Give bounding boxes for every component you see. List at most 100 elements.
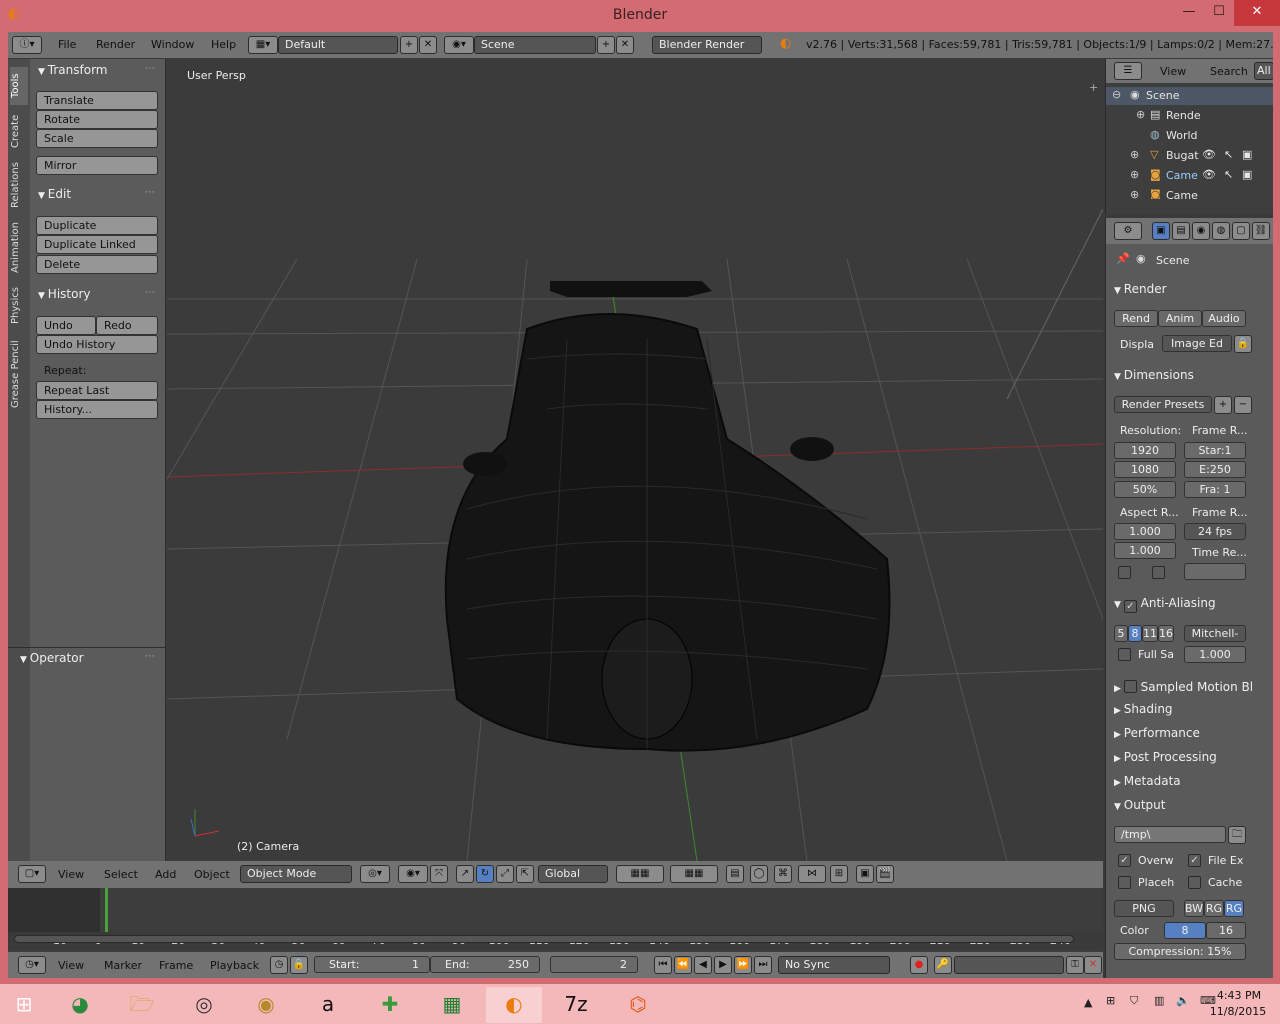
menu-render[interactable]: Render xyxy=(96,38,135,51)
dimensions-panel-header[interactable]: Dimensions xyxy=(1114,368,1194,382)
file-format-select[interactable]: PNG xyxy=(1114,900,1174,917)
lock-icon[interactable]: 🔒 xyxy=(290,956,308,974)
timeline-scrollbar[interactable] xyxy=(14,935,1074,943)
menu-file[interactable]: File xyxy=(58,38,76,51)
prev-key-icon[interactable]: ⏪ xyxy=(674,956,692,974)
audio-button[interactable]: Audio xyxy=(1202,310,1246,327)
orientation-icon[interactable]: ⇱ xyxy=(516,865,534,883)
layers-grid-icon[interactable]: ▦▦ xyxy=(616,865,664,883)
depth-16[interactable]: 16 xyxy=(1206,922,1246,939)
filter-size-field[interactable]: 1.000 xyxy=(1184,646,1246,663)
mirror-button[interactable]: Mirror xyxy=(36,156,158,175)
rotate-button[interactable]: Rotate xyxy=(36,110,158,129)
jump-end-icon[interactable]: ⏭ xyxy=(754,956,772,974)
store-icon[interactable]: ▦ xyxy=(424,987,480,1023)
aa-sample-8[interactable]: 8 xyxy=(1128,625,1142,642)
collapse-icon[interactable]: ⊖ xyxy=(1112,88,1121,101)
render-icon[interactable]: ▣ xyxy=(856,865,874,883)
overwrite-checkbox[interactable]: ✓ xyxy=(1118,854,1131,867)
delete-button[interactable]: Delete xyxy=(36,255,158,274)
remove-layout-icon[interactable]: ✕ xyxy=(419,36,437,54)
output-panel-header[interactable]: Output xyxy=(1114,798,1166,812)
output-path-field[interactable]: /tmp\ xyxy=(1114,826,1226,843)
object-tab-icon[interactable]: ▢ xyxy=(1232,222,1250,240)
transform-panel-header[interactable]: Transform xyxy=(38,63,108,77)
anim-render-icon[interactable]: 🎬 xyxy=(876,865,894,883)
layout-field[interactable]: Default xyxy=(278,36,398,54)
aa-filter-select[interactable]: Mitchell- xyxy=(1184,625,1246,642)
shading-panel-header[interactable]: Shading xyxy=(1114,702,1173,716)
delete-key-icon[interactable]: ✕ xyxy=(1084,956,1102,974)
render-tab-icon[interactable]: ▣ xyxy=(1152,222,1170,240)
layers-tab-icon[interactable]: ▤ xyxy=(1172,222,1190,240)
translate-button[interactable]: Translate xyxy=(36,91,158,110)
fps-select[interactable]: 24 fps xyxy=(1184,523,1246,540)
display-select[interactable]: Image Ed xyxy=(1162,335,1232,352)
aspect-y-field[interactable]: 1.000 xyxy=(1114,542,1176,559)
grip-icon[interactable]: ⋯ xyxy=(145,187,155,198)
screen-layout-icon[interactable]: ▦▾ xyxy=(248,36,278,54)
timeline[interactable]: -100102030405060708090100110120130140150… xyxy=(8,888,1103,952)
scale-manip-icon[interactable]: ⤢ xyxy=(496,865,514,883)
plus-app-icon[interactable]: ✚ xyxy=(362,987,418,1023)
grip-icon[interactable]: ⋯ xyxy=(145,287,155,298)
menu-playback[interactable]: Playback xyxy=(210,959,259,972)
folder-icon[interactable]: 🗀 xyxy=(1228,826,1246,844)
animation-button[interactable]: Anim xyxy=(1158,310,1202,327)
eye-icon[interactable]: 👁 xyxy=(1202,168,1216,181)
blender-taskbar-icon[interactable]: ◐ xyxy=(486,987,542,1023)
render-presets-select[interactable]: Render Presets xyxy=(1114,396,1212,413)
amazon-icon[interactable]: a xyxy=(300,987,356,1023)
grip-icon[interactable]: ⋯ xyxy=(145,651,155,662)
aspect-x-field[interactable]: 1.000 xyxy=(1114,523,1176,540)
frame-start-field[interactable]: Star:1 xyxy=(1184,442,1246,459)
undo-button[interactable]: Undo xyxy=(36,316,96,335)
car-wireframe[interactable] xyxy=(444,281,891,752)
anti-aliasing-panel-header[interactable]: ✓ Anti-Aliasing xyxy=(1114,596,1216,613)
start-frame-field[interactable]: Start: 1 xyxy=(314,956,430,973)
camera-icon[interactable]: ▣ xyxy=(1242,148,1252,161)
snap-icon[interactable]: ⌘ xyxy=(774,865,792,883)
translate-manip-icon[interactable]: ↗ xyxy=(456,865,474,883)
menu-select[interactable]: Select xyxy=(104,868,138,881)
keying-set-icon[interactable]: 🔑 xyxy=(934,956,952,974)
play-reverse-icon[interactable]: ◀ xyxy=(694,956,712,974)
mode-select[interactable]: Object Mode xyxy=(240,865,352,883)
compression-slider[interactable]: Compression: 15% xyxy=(1114,943,1246,960)
color-bw[interactable]: BW xyxy=(1184,900,1204,917)
border-checkbox[interactable] xyxy=(1118,566,1131,579)
add-preset-icon[interactable]: + xyxy=(1214,396,1232,414)
motion-blur-checkbox[interactable] xyxy=(1123,680,1137,693)
duplicate-linked-button[interactable]: Duplicate Linked xyxy=(36,235,158,254)
repeat-last-button[interactable]: Repeat Last xyxy=(36,381,158,400)
redo-button[interactable]: Redo xyxy=(96,316,158,335)
network-icon[interactable]: ▥ xyxy=(1154,994,1164,1007)
expand-icon[interactable]: + xyxy=(1089,81,1098,94)
jump-start-icon[interactable]: ⏮ xyxy=(654,956,672,974)
layers-grid-icon[interactable]: ▦▦ xyxy=(670,865,718,883)
color-rgb[interactable]: RG xyxy=(1204,900,1224,917)
operator-panel-header[interactable]: Operator xyxy=(20,651,84,665)
outliner-search[interactable]: Search xyxy=(1210,65,1248,78)
render-layers-icon[interactable]: ▤ xyxy=(726,865,744,883)
tab-grease-pencil[interactable]: Grease Pencil xyxy=(10,335,28,413)
file-explorer-icon[interactable]: 🗁 xyxy=(114,987,170,1023)
outliner-row[interactable]: ⊕ ◙ Came xyxy=(1106,187,1273,199)
crop-checkbox[interactable] xyxy=(1152,566,1165,579)
frame-step-field[interactable]: Fra: 1 xyxy=(1184,481,1246,498)
edit-panel-header[interactable]: Edit xyxy=(38,187,71,201)
metadata-panel-header[interactable]: Metadata xyxy=(1114,774,1181,788)
outliner-editor-icon[interactable]: ☰ xyxy=(1114,62,1142,80)
expand-icon[interactable]: ⊕ xyxy=(1136,108,1145,121)
grip-icon[interactable]: ⋯ xyxy=(145,63,155,74)
snap-element-icon[interactable]: ⋈ xyxy=(798,865,826,883)
orientation-select[interactable]: Global xyxy=(538,865,608,883)
add-scene-icon[interactable]: + xyxy=(597,36,615,54)
tab-physics[interactable]: Physics xyxy=(10,283,28,329)
resolution-y-field[interactable]: 1080 xyxy=(1114,461,1176,478)
expand-icon[interactable]: ⊕ xyxy=(1130,188,1139,199)
menu-marker[interactable]: Marker xyxy=(104,959,142,972)
record-icon[interactable]: ● xyxy=(910,956,928,974)
aa-sample-16[interactable]: 16 xyxy=(1158,625,1174,642)
remove-scene-icon[interactable]: ✕ xyxy=(616,36,634,54)
